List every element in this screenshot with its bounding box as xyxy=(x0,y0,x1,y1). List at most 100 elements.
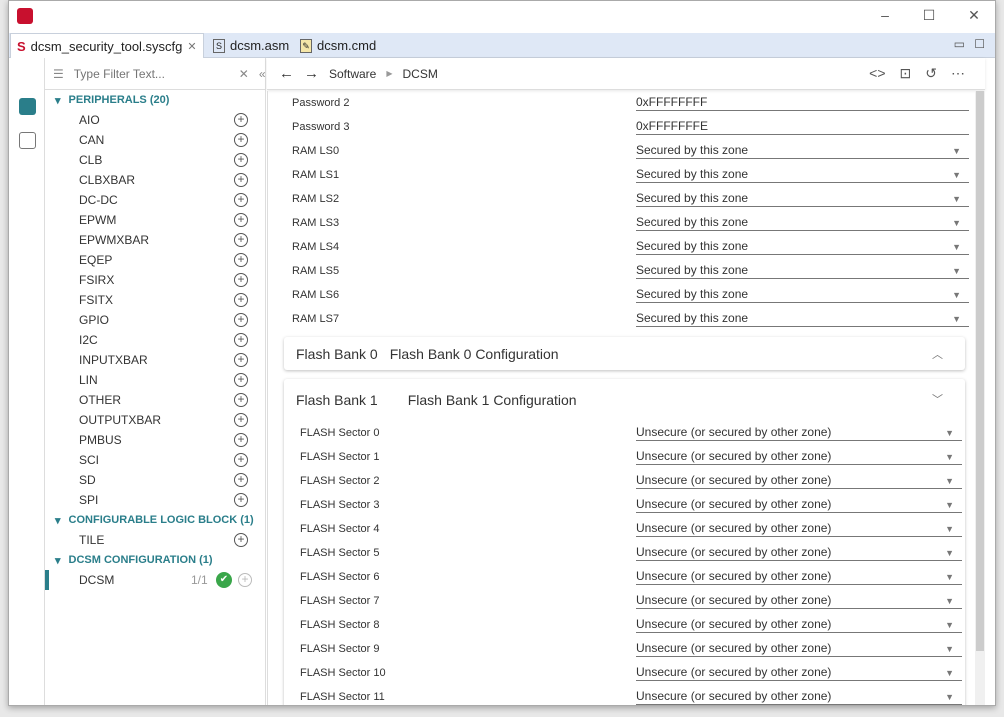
dropdown[interactable]: Unsecure (or secured by other zone) ▼ xyxy=(636,665,962,681)
dropdown[interactable]: Secured by this zone ▼ xyxy=(636,167,969,183)
tree-item[interactable]: DCSM 1/1 ✔ + xyxy=(45,570,265,590)
tree-item[interactable]: PMBUS + xyxy=(45,430,265,450)
tree-item[interactable]: OUTPUTXBAR + xyxy=(45,410,265,430)
add-icon[interactable]: + xyxy=(234,273,248,287)
add-icon[interactable]: + xyxy=(234,473,248,487)
add-icon[interactable]: + xyxy=(234,413,248,427)
chevron-up-icon[interactable]: ︿ xyxy=(932,346,943,362)
tree-item[interactable]: CLBXBAR + xyxy=(45,170,265,190)
dropdown[interactable]: Unsecure (or secured by other zone) ▼ xyxy=(636,425,962,441)
dropdown-arrow-icon[interactable]: ▼ xyxy=(952,146,961,156)
tree-item[interactable]: EPWMXBAR + xyxy=(45,230,265,250)
chevron-down-icon[interactable]: ﹀ xyxy=(932,391,943,407)
tree-item[interactable]: FSIRX + xyxy=(45,270,265,290)
close-tab-icon[interactable]: ✕ xyxy=(187,40,196,53)
add-icon[interactable]: + xyxy=(234,113,248,127)
dropdown[interactable]: Secured by this zone ▼ xyxy=(636,215,969,231)
dropdown-arrow-icon[interactable]: ▼ xyxy=(945,644,954,654)
tree-group[interactable]: ▾ PERIPHERALS (20) xyxy=(45,90,265,110)
forward-icon[interactable]: → xyxy=(304,65,319,82)
add-icon[interactable]: + xyxy=(234,453,248,467)
dropdown-arrow-icon[interactable]: ▼ xyxy=(945,668,954,678)
collapse-sidebar-icon[interactable]: « xyxy=(259,67,266,81)
text-field[interactable]: 0xFFFFFFFE xyxy=(636,119,969,135)
dropdown-arrow-icon[interactable]: ▼ xyxy=(952,266,961,276)
add-icon[interactable]: + xyxy=(234,493,248,507)
dropdown-arrow-icon[interactable]: ▼ xyxy=(952,170,961,180)
dropdown[interactable]: Unsecure (or secured by other zone) ▼ xyxy=(636,497,962,513)
add-icon[interactable]: + xyxy=(234,293,248,307)
dropdown[interactable]: Secured by this zone ▼ xyxy=(636,143,969,159)
dropdown-arrow-icon[interactable]: ▼ xyxy=(945,476,954,486)
scrollbar[interactable] xyxy=(975,91,985,705)
tree-group[interactable]: ▾ CONFIGURABLE LOGIC BLOCK (1) xyxy=(45,510,265,530)
dropdown[interactable]: Secured by this zone ▼ xyxy=(636,191,969,207)
dropdown[interactable]: Secured by this zone ▼ xyxy=(636,263,969,279)
maximize-view-button[interactable]: ☐ xyxy=(974,37,985,51)
dropdown[interactable]: Unsecure (or secured by other zone) ▼ xyxy=(636,617,962,633)
dropdown[interactable]: Unsecure (or secured by other zone) ▼ xyxy=(636,545,962,561)
dropdown-arrow-icon[interactable]: ▼ xyxy=(952,194,961,204)
add-icon[interactable]: + xyxy=(238,573,252,587)
dropdown[interactable]: Secured by this zone ▼ xyxy=(636,287,969,303)
tree-item[interactable]: EPWM + xyxy=(45,210,265,230)
dropdown-arrow-icon[interactable]: ▼ xyxy=(945,548,954,558)
add-icon[interactable]: + xyxy=(234,313,248,327)
tab-asm[interactable]: Sdcsm.asm xyxy=(207,33,295,58)
tree-item[interactable]: CLB + xyxy=(45,150,265,170)
add-icon[interactable]: + xyxy=(234,333,248,347)
calculator-icon[interactable] xyxy=(19,132,36,149)
caret-down-icon[interactable]: ▾ xyxy=(55,554,61,567)
tab-cmd[interactable]: ✎ dcsm.cmd xyxy=(294,33,382,58)
tree-item[interactable]: AIO + xyxy=(45,110,265,130)
tree-item[interactable]: INPUTXBAR + xyxy=(45,350,265,370)
minimize-button[interactable]: – xyxy=(875,7,895,23)
dropdown[interactable]: Unsecure (or secured by other zone) ▼ xyxy=(636,449,962,465)
close-button[interactable]: ✕ xyxy=(964,7,984,24)
add-icon[interactable]: + xyxy=(234,133,248,147)
text-field[interactable]: 0xFFFFFFFF xyxy=(636,95,969,111)
dropdown-arrow-icon[interactable]: ▼ xyxy=(945,428,954,438)
tree-group[interactable]: ▾ DCSM CONFIGURATION (1) xyxy=(45,550,265,570)
clear-filter-icon[interactable]: ✕ xyxy=(239,67,249,81)
tree-item[interactable]: CAN + xyxy=(45,130,265,150)
maximize-button[interactable]: ☐ xyxy=(919,7,939,24)
list-view-icon[interactable] xyxy=(19,98,36,115)
scrollbar-thumb[interactable] xyxy=(976,91,984,651)
dropdown[interactable]: Secured by this zone ▼ xyxy=(636,311,969,327)
dropdown-arrow-icon[interactable]: ▼ xyxy=(952,314,961,324)
tree-item[interactable]: SD + xyxy=(45,470,265,490)
tree-item[interactable]: OTHER + xyxy=(45,390,265,410)
tree-item[interactable]: TILE + xyxy=(45,530,265,550)
tree-item[interactable]: EQEP + xyxy=(45,250,265,270)
back-icon[interactable]: ← xyxy=(279,65,294,82)
dropdown[interactable]: Unsecure (or secured by other zone) ▼ xyxy=(636,473,962,489)
dropdown[interactable]: Unsecure (or secured by other zone) ▼ xyxy=(636,569,962,585)
dropdown[interactable]: Unsecure (or secured by other zone) ▼ xyxy=(636,521,962,537)
dropdown-arrow-icon[interactable]: ▼ xyxy=(945,620,954,630)
add-icon[interactable]: + xyxy=(234,353,248,367)
add-icon[interactable]: + xyxy=(234,253,248,267)
dropdown-arrow-icon[interactable]: ▼ xyxy=(945,596,954,606)
tree-item[interactable]: SCI + xyxy=(45,450,265,470)
dropdown[interactable]: Unsecure (or secured by other zone) ▼ xyxy=(636,593,962,609)
flash-bank-0-card[interactable]: Flash Bank 0 Flash Bank 0 Configuration ︿ xyxy=(284,337,965,370)
tree-item[interactable]: LIN + xyxy=(45,370,265,390)
dropdown[interactable]: Secured by this zone ▼ xyxy=(636,239,969,255)
flash-bank-1-header[interactable]: Flash Bank 1 Flash Bank 1 Configuration xyxy=(284,379,965,421)
add-icon[interactable]: + xyxy=(234,173,248,187)
add-icon[interactable]: + xyxy=(234,193,248,207)
tree-item[interactable]: I2C + xyxy=(45,330,265,350)
caret-down-icon[interactable]: ▾ xyxy=(55,94,61,107)
dropdown-arrow-icon[interactable]: ▼ xyxy=(945,500,954,510)
add-icon[interactable]: + xyxy=(234,533,248,547)
add-icon[interactable]: + xyxy=(234,433,248,447)
breadcrumb-dcsm[interactable]: DCSM xyxy=(403,67,438,81)
minimize-view-button[interactable]: ▭ xyxy=(954,37,965,51)
tree-item[interactable]: FSITX + xyxy=(45,290,265,310)
dropdown-arrow-icon[interactable]: ▼ xyxy=(952,242,961,252)
dropdown[interactable]: Unsecure (or secured by other zone) ▼ xyxy=(636,689,962,705)
code-view-icon[interactable]: <> xyxy=(869,65,885,82)
add-icon[interactable]: + xyxy=(234,153,248,167)
chip-icon[interactable]: ⊡ xyxy=(900,65,912,82)
